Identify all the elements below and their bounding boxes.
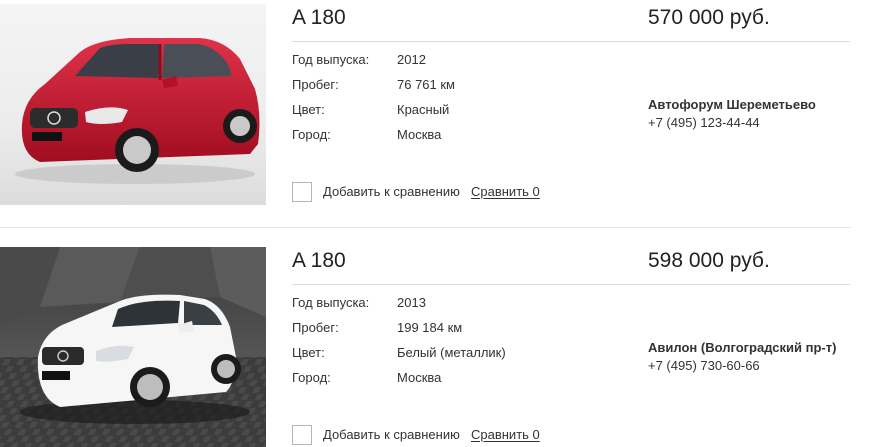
listing-divider: [0, 227, 851, 228]
spec-value: Москва: [397, 127, 442, 142]
compare-checkbox-label[interactable]: Добавить к сравнению: [323, 427, 460, 442]
spec-value: 199 184 км: [397, 320, 463, 335]
spec-label: Город:: [292, 127, 331, 142]
dealer-info: Автофорум Шереметьево +7 (495) 123-44-44: [648, 96, 816, 132]
compare-checkbox[interactable]: [292, 182, 312, 202]
spec-label: Город:: [292, 370, 331, 385]
car-photo[interactable]: [0, 4, 266, 205]
spec-value: Белый (металлик): [397, 345, 506, 360]
spec-label: Год выпуска:: [292, 295, 370, 310]
spec-label: Пробег:: [292, 77, 339, 92]
title-divider: [292, 41, 850, 42]
dealer-name[interactable]: Авилон (Волгоградский пр-т): [648, 339, 836, 357]
dealer-phone: +7 (495) 123-44-44: [648, 115, 760, 130]
compare-link[interactable]: Сравнить 0: [471, 184, 540, 199]
spec-value: 76 761 км: [397, 77, 455, 92]
white-car-image: [0, 247, 266, 447]
spec-value: 2013: [397, 295, 426, 310]
car-title[interactable]: A 180: [292, 6, 346, 30]
spec-label: Цвет:: [292, 102, 325, 117]
car-photo[interactable]: [0, 247, 266, 447]
compare-checkbox[interactable]: [292, 425, 312, 445]
spec-value: Красный: [397, 102, 450, 117]
car-listing: A 180 598 000 руб. Год выпуска: 2013 Про…: [0, 243, 879, 447]
spec-value: 2012: [397, 52, 426, 67]
dealer-phone: +7 (495) 730-60-66: [648, 358, 760, 373]
car-listing: A 180 570 000 руб. Год выпуска: 2012 Про…: [0, 0, 879, 228]
title-divider: [292, 284, 850, 285]
car-price: 570 000 руб.: [648, 6, 770, 29]
spec-label: Цвет:: [292, 345, 325, 360]
car-title[interactable]: A 180: [292, 249, 346, 273]
compare-checkbox-label[interactable]: Добавить к сравнению: [323, 184, 460, 199]
dealer-name[interactable]: Автофорум Шереметьево: [648, 96, 816, 114]
spec-label: Пробег:: [292, 320, 339, 335]
dealer-info: Авилон (Волгоградский пр-т) +7 (495) 730…: [648, 339, 836, 375]
spec-value: Москва: [397, 370, 442, 385]
car-price: 598 000 руб.: [648, 249, 770, 272]
spec-label: Год выпуска:: [292, 52, 370, 67]
compare-link[interactable]: Сравнить 0: [471, 427, 540, 442]
red-car-image: [0, 4, 266, 205]
